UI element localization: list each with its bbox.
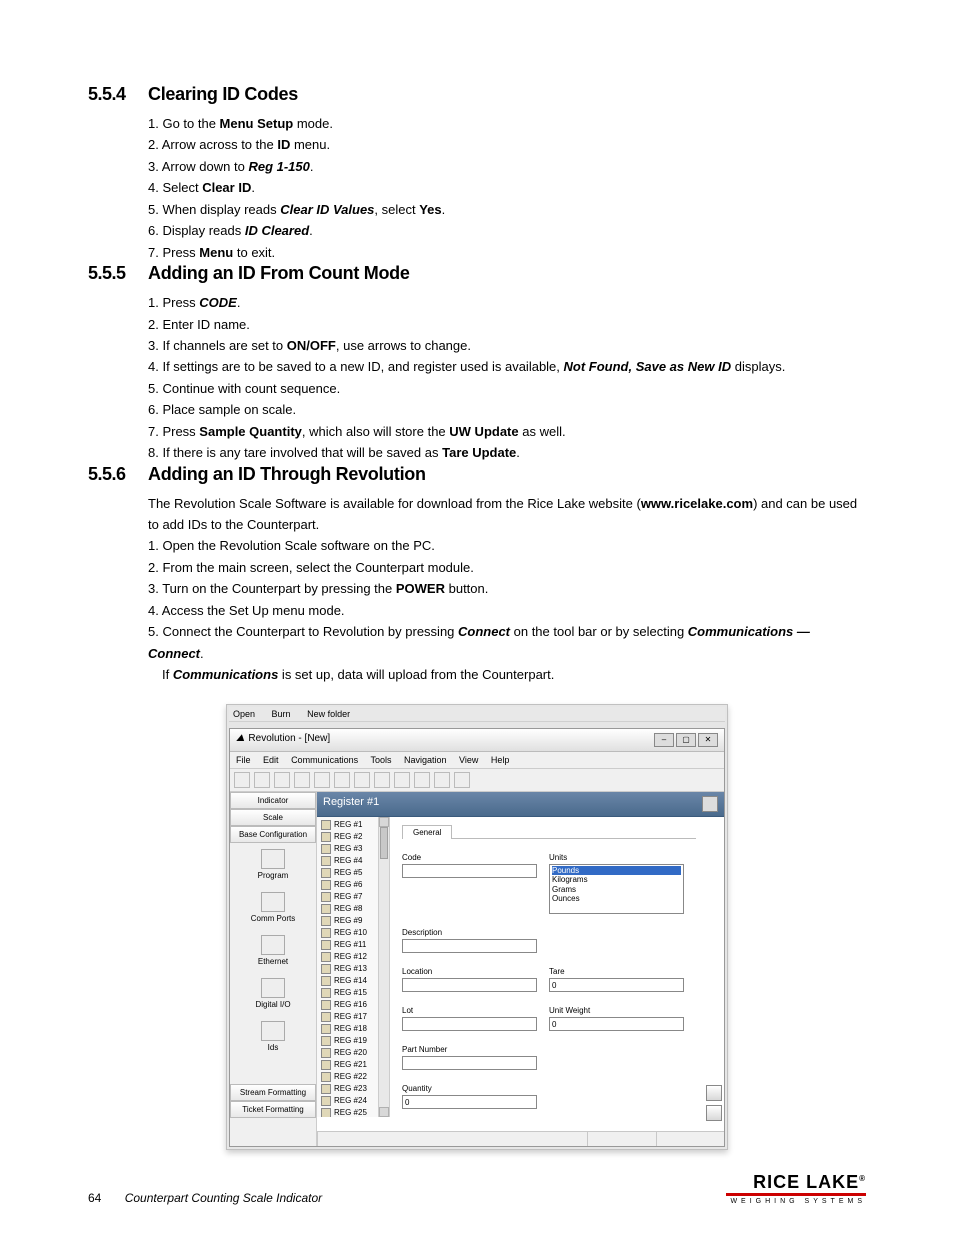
minimize-button[interactable]: – bbox=[654, 733, 674, 747]
menu-file[interactable]: File bbox=[236, 755, 251, 765]
preview-icon[interactable] bbox=[314, 772, 330, 788]
nav-ids[interactable]: Ids bbox=[230, 1015, 316, 1058]
input-partnumber[interactable] bbox=[402, 1056, 537, 1070]
header-icon[interactable] bbox=[702, 796, 718, 812]
nav-baseconfig[interactable]: Base Configuration bbox=[230, 826, 316, 843]
ids-icon bbox=[261, 1021, 285, 1041]
label-description: Description bbox=[402, 928, 537, 937]
nav-commports[interactable]: Comm Ports bbox=[230, 886, 316, 929]
tab-general[interactable]: General bbox=[402, 825, 452, 839]
digitalio-icon bbox=[261, 978, 285, 998]
nav-streamformat[interactable]: Stream Formatting bbox=[230, 1084, 316, 1101]
label-code: Code bbox=[402, 853, 537, 862]
page-footer-left: 64 Counterpart Counting Scale Indicator bbox=[88, 1191, 322, 1205]
cut-icon[interactable] bbox=[354, 772, 370, 788]
label-units: Units bbox=[549, 853, 684, 862]
input-quantity[interactable]: 0 bbox=[402, 1095, 537, 1109]
register-list[interactable]: REG #1REG #2REG #3REG #4REG #5REG #6REG … bbox=[317, 817, 390, 1117]
menubar: File Edit Communications Tools Navigatio… bbox=[230, 752, 724, 769]
flag-icon[interactable] bbox=[454, 772, 470, 788]
scroll-up-icon[interactable] bbox=[379, 817, 389, 827]
menu-navigation[interactable]: Navigation bbox=[404, 755, 447, 765]
section-title: Clearing ID Codes bbox=[148, 84, 298, 105]
arrow-up-button[interactable] bbox=[706, 1085, 722, 1101]
label-location: Location bbox=[402, 967, 537, 976]
label-tare: Tare bbox=[549, 967, 684, 976]
nav-ticketformat[interactable]: Ticket Formatting bbox=[230, 1101, 316, 1118]
listbox-units[interactable]: Pounds Kilograms Grams Ounces bbox=[549, 864, 684, 914]
section-number: 5.5.6 bbox=[88, 464, 148, 485]
input-lot[interactable] bbox=[402, 1017, 537, 1031]
menu-edit[interactable]: Edit bbox=[263, 755, 279, 765]
ethernet-icon bbox=[261, 935, 285, 955]
page-footer-logo: RICE LAKE® WEIGHING SYSTEMS bbox=[726, 1173, 866, 1205]
input-location[interactable] bbox=[402, 978, 537, 992]
revolution-screenshot: Open Burn New folder ⛰Revolution - [New]… bbox=[226, 704, 728, 1150]
scrollbar[interactable] bbox=[378, 817, 389, 1117]
burn-button[interactable]: Burn bbox=[272, 709, 291, 719]
body-556: The Revolution Scale Software is availab… bbox=[148, 493, 866, 686]
input-code[interactable] bbox=[402, 864, 537, 878]
newfolder-button[interactable]: New folder bbox=[307, 709, 350, 719]
label-partnumber: Part Number bbox=[402, 1045, 537, 1054]
section-number: 5.5.5 bbox=[88, 263, 148, 284]
menu-view[interactable]: View bbox=[459, 755, 478, 765]
commports-icon bbox=[261, 892, 285, 912]
body-554: 1. Go to the Menu Setup mode. 2. Arrow a… bbox=[148, 113, 866, 263]
copy-icon[interactable] bbox=[374, 772, 390, 788]
maximize-button[interactable]: ▢ bbox=[676, 733, 696, 747]
input-unitweight[interactable]: 0 bbox=[549, 1017, 684, 1031]
window-title: ⛰Revolution - [New] bbox=[236, 733, 330, 747]
body-555: 1. Press CODE. 2. Enter ID name. 3. If c… bbox=[148, 292, 866, 464]
label-quantity: Quantity bbox=[402, 1084, 537, 1093]
icon-toolbar bbox=[230, 769, 724, 792]
nav-digitalio[interactable]: Digital I/O bbox=[230, 972, 316, 1015]
left-nav: Indicator Scale Base Configuration Progr… bbox=[230, 792, 317, 1146]
nav-program[interactable]: Program bbox=[230, 843, 316, 886]
page-number: 64 bbox=[88, 1191, 101, 1205]
paste-icon[interactable] bbox=[394, 772, 410, 788]
nav-indicator[interactable]: Indicator bbox=[230, 792, 316, 809]
close-button[interactable]: ✕ bbox=[698, 733, 718, 747]
connect-icon[interactable] bbox=[414, 772, 430, 788]
menu-tools[interactable]: Tools bbox=[370, 755, 391, 765]
content-header: Register #1 bbox=[317, 792, 724, 817]
undo-icon[interactable] bbox=[334, 772, 350, 788]
doc-name: Counterpart Counting Scale Indicator bbox=[125, 1191, 322, 1205]
disconnect-icon[interactable] bbox=[434, 772, 450, 788]
label-unitweight: Unit Weight bbox=[549, 1006, 684, 1015]
input-tare[interactable]: 0 bbox=[549, 978, 684, 992]
section-title: Adding an ID From Count Mode bbox=[148, 263, 410, 284]
save-icon[interactable] bbox=[274, 772, 290, 788]
form-panel: General Code Units bbox=[390, 817, 724, 1131]
scroll-down-icon[interactable] bbox=[379, 1107, 389, 1117]
open-icon[interactable] bbox=[254, 772, 270, 788]
program-icon bbox=[261, 849, 285, 869]
menu-help[interactable]: Help bbox=[491, 755, 510, 765]
explorer-toolbar: Open Burn New folder bbox=[229, 707, 725, 722]
new-icon[interactable] bbox=[234, 772, 250, 788]
print-icon[interactable] bbox=[294, 772, 310, 788]
menu-communications[interactable]: Communications bbox=[291, 755, 358, 765]
statusbar bbox=[317, 1131, 724, 1146]
label-lot: Lot bbox=[402, 1006, 537, 1015]
input-description[interactable] bbox=[402, 939, 537, 953]
nav-scale[interactable]: Scale bbox=[230, 809, 316, 826]
section-number: 5.5.4 bbox=[88, 84, 148, 105]
scroll-thumb[interactable] bbox=[380, 827, 388, 859]
section-title: Adding an ID Through Revolution bbox=[148, 464, 426, 485]
arrow-down-button[interactable] bbox=[706, 1105, 722, 1121]
nav-ethernet[interactable]: Ethernet bbox=[230, 929, 316, 972]
open-button[interactable]: Open bbox=[233, 709, 255, 719]
